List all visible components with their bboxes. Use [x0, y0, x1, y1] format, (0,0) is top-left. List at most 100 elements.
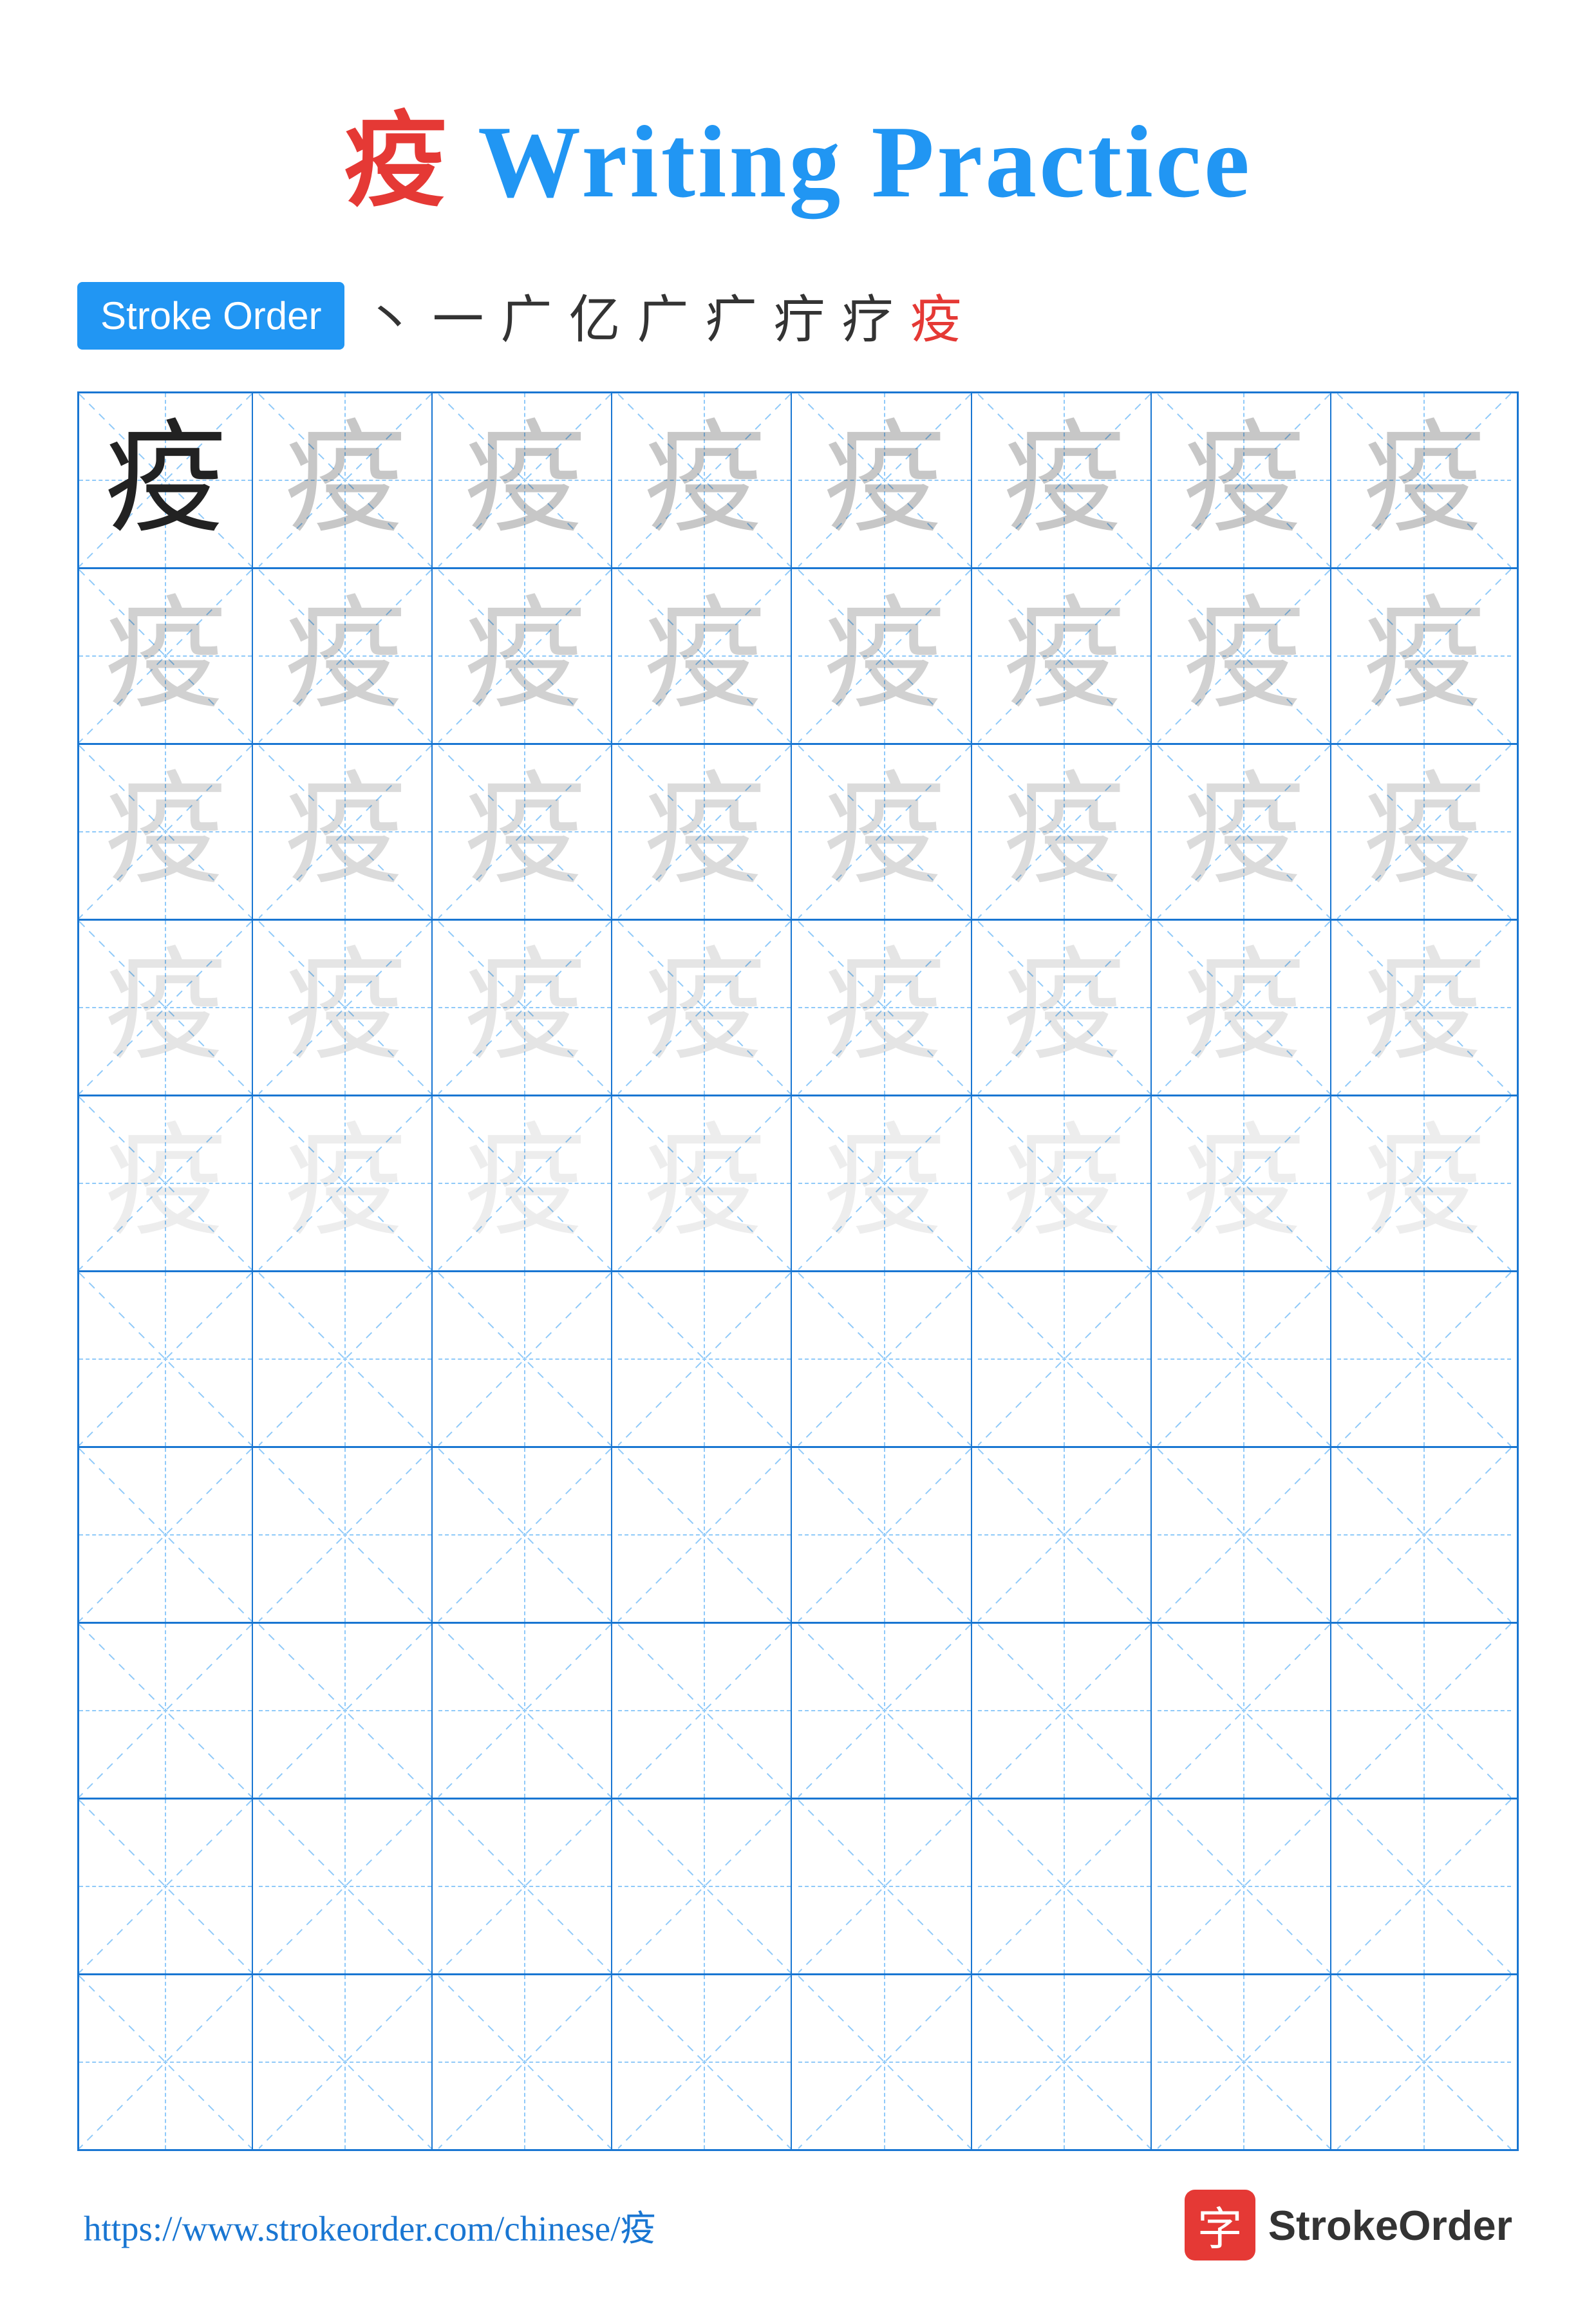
- cell-r1-c8[interactable]: 疫: [1337, 393, 1511, 567]
- cell-r2-c4[interactable]: 疫: [618, 569, 792, 743]
- cell-r5-c2[interactable]: 疫: [259, 1096, 433, 1270]
- cell-r9-c8[interactable]: [1337, 1800, 1511, 1973]
- cell-r7-c5[interactable]: [798, 1448, 972, 1622]
- cell-r3-c8[interactable]: 疫: [1337, 745, 1511, 919]
- cell-r8-c2[interactable]: [259, 1624, 433, 1798]
- footer: https://www.strokeorder.com/chinese/疫 字 …: [77, 2190, 1519, 2260]
- cell-r4-c6[interactable]: 疫: [978, 921, 1152, 1095]
- footer-logo-text: StrokeOrder: [1268, 2201, 1512, 2250]
- cell-r9-c6[interactable]: [978, 1800, 1152, 1973]
- cell-r9-c4[interactable]: [618, 1800, 792, 1973]
- cell-r5-c4[interactable]: 疫: [618, 1096, 792, 1270]
- cell-r2-c6[interactable]: 疫: [978, 569, 1152, 743]
- cell-r2-c8[interactable]: 疫: [1337, 569, 1511, 743]
- grid-row-4: 疫 疫 疫: [79, 921, 1517, 1096]
- cell-r2-c3[interactable]: 疫: [438, 569, 612, 743]
- cell-r4-c7[interactable]: 疫: [1158, 921, 1331, 1095]
- cell-r4-c4[interactable]: 疫: [618, 921, 792, 1095]
- practice-grid: 疫 疫 疫: [77, 391, 1519, 2151]
- cell-r1-c5[interactable]: 疫: [798, 393, 972, 567]
- cell-r3-c1[interactable]: 疫: [79, 745, 253, 919]
- cell-r8-c7[interactable]: [1158, 1624, 1331, 1798]
- cell-r7-c6[interactable]: [978, 1448, 1152, 1622]
- cell-r4-c2[interactable]: 疫: [259, 921, 433, 1095]
- stroke-order-badge: Stroke Order: [77, 282, 344, 350]
- cell-r8-c5[interactable]: [798, 1624, 972, 1798]
- cell-r9-c2[interactable]: [259, 1800, 433, 1973]
- cell-r10-c8[interactable]: [1337, 1975, 1511, 2149]
- cell-r10-c6[interactable]: [978, 1975, 1152, 2149]
- cell-r1-c4[interactable]: 疫: [618, 393, 792, 567]
- cell-r6-c6[interactable]: [978, 1272, 1152, 1446]
- cell-r6-c4[interactable]: [618, 1272, 792, 1446]
- cell-r6-c8[interactable]: [1337, 1272, 1511, 1446]
- grid-row-3: 疫 疫 疫: [79, 745, 1517, 921]
- cell-r3-c5[interactable]: 疫: [798, 745, 972, 919]
- cell-r7-c3[interactable]: [438, 1448, 612, 1622]
- cell-r1-c6[interactable]: 疫: [978, 393, 1152, 567]
- cell-r4-c8[interactable]: 疫: [1337, 921, 1511, 1095]
- cell-r6-c3[interactable]: [438, 1272, 612, 1446]
- cell-r3-c4[interactable]: 疫: [618, 745, 792, 919]
- cell-r9-c5[interactable]: [798, 1800, 972, 1973]
- cell-r5-c6[interactable]: 疫: [978, 1096, 1152, 1270]
- cell-r5-c1[interactable]: 疫: [79, 1096, 253, 1270]
- cell-r5-c7[interactable]: 疫: [1158, 1096, 1331, 1270]
- cell-r9-c1[interactable]: [79, 1800, 253, 1973]
- footer-logo: 字 StrokeOrder: [1185, 2190, 1512, 2260]
- grid-row-5: 疫 疫 疫: [79, 1096, 1517, 1272]
- grid-row-8: [79, 1624, 1517, 1800]
- cell-r8-c1[interactable]: [79, 1624, 253, 1798]
- cell-r5-c8[interactable]: 疫: [1337, 1096, 1511, 1270]
- cell-r3-c3[interactable]: 疫: [438, 745, 612, 919]
- cell-r6-c7[interactable]: [1158, 1272, 1331, 1446]
- grid-row-7: [79, 1448, 1517, 1624]
- cell-r8-c8[interactable]: [1337, 1624, 1511, 1798]
- cell-r1-c3[interactable]: 疫: [438, 393, 612, 567]
- cell-r4-c3[interactable]: 疫: [438, 921, 612, 1095]
- cell-r6-c2[interactable]: [259, 1272, 433, 1446]
- cell-r1-c7[interactable]: 疫: [1158, 393, 1331, 567]
- cell-r8-c4[interactable]: [618, 1624, 792, 1798]
- cell-r8-c3[interactable]: [438, 1624, 612, 1798]
- footer-url-link[interactable]: https://www.strokeorder.com/chinese/疫: [84, 2199, 656, 2251]
- cell-r7-c7[interactable]: [1158, 1448, 1331, 1622]
- grid-row-1: 疫 疫 疫: [79, 393, 1517, 569]
- grid-row-2: 疫 疫 疫: [79, 569, 1517, 745]
- cell-r3-c6[interactable]: 疫: [978, 745, 1152, 919]
- cell-r10-c1[interactable]: [79, 1975, 253, 2149]
- cell-r2-c5[interactable]: 疫: [798, 569, 972, 743]
- footer-logo-icon: 字: [1185, 2190, 1255, 2260]
- cell-r1-c1[interactable]: 疫: [79, 393, 253, 567]
- cell-r10-c4[interactable]: [618, 1975, 792, 2149]
- cell-r9-c3[interactable]: [438, 1800, 612, 1973]
- cell-r4-c1[interactable]: 疫: [79, 921, 253, 1095]
- stroke-sequence: 丶 一 广 亿 广 疒 疔 疗 疫: [364, 278, 972, 353]
- cell-r5-c5[interactable]: 疫: [798, 1096, 972, 1270]
- cell-r2-c1[interactable]: 疫: [79, 569, 253, 743]
- cell-r10-c3[interactable]: [438, 1975, 612, 2149]
- cell-r10-c7[interactable]: [1158, 1975, 1331, 2149]
- cell-r9-c7[interactable]: [1158, 1800, 1331, 1973]
- cell-r7-c1[interactable]: [79, 1448, 253, 1622]
- cell-r5-c3[interactable]: 疫: [438, 1096, 612, 1270]
- cell-r2-c7[interactable]: 疫: [1158, 569, 1331, 743]
- cell-r8-c6[interactable]: [978, 1624, 1152, 1798]
- title-chinese-char: 疫: [344, 104, 449, 219]
- grid-row-9: [79, 1800, 1517, 1975]
- cell-r2-c2[interactable]: 疫: [259, 569, 433, 743]
- grid-row-6: [79, 1272, 1517, 1448]
- cell-r7-c4[interactable]: [618, 1448, 792, 1622]
- cell-r7-c8[interactable]: [1337, 1448, 1511, 1622]
- cell-r4-c5[interactable]: 疫: [798, 921, 972, 1095]
- page: 疫 Writing Practice Stroke Order 丶 一 广 亿 …: [0, 0, 1596, 2312]
- cell-r3-c2[interactable]: 疫: [259, 745, 433, 919]
- cell-r1-c2[interactable]: 疫: [259, 393, 433, 567]
- cell-r6-c1[interactable]: [79, 1272, 253, 1446]
- cell-r10-c5[interactable]: [798, 1975, 972, 2149]
- cell-r3-c7[interactable]: 疫: [1158, 745, 1331, 919]
- stroke-order-row: Stroke Order 丶 一 广 亿 广 疒 疔 疗 疫: [77, 278, 1519, 353]
- cell-r7-c2[interactable]: [259, 1448, 433, 1622]
- cell-r10-c2[interactable]: [259, 1975, 433, 2149]
- cell-r6-c5[interactable]: [798, 1272, 972, 1446]
